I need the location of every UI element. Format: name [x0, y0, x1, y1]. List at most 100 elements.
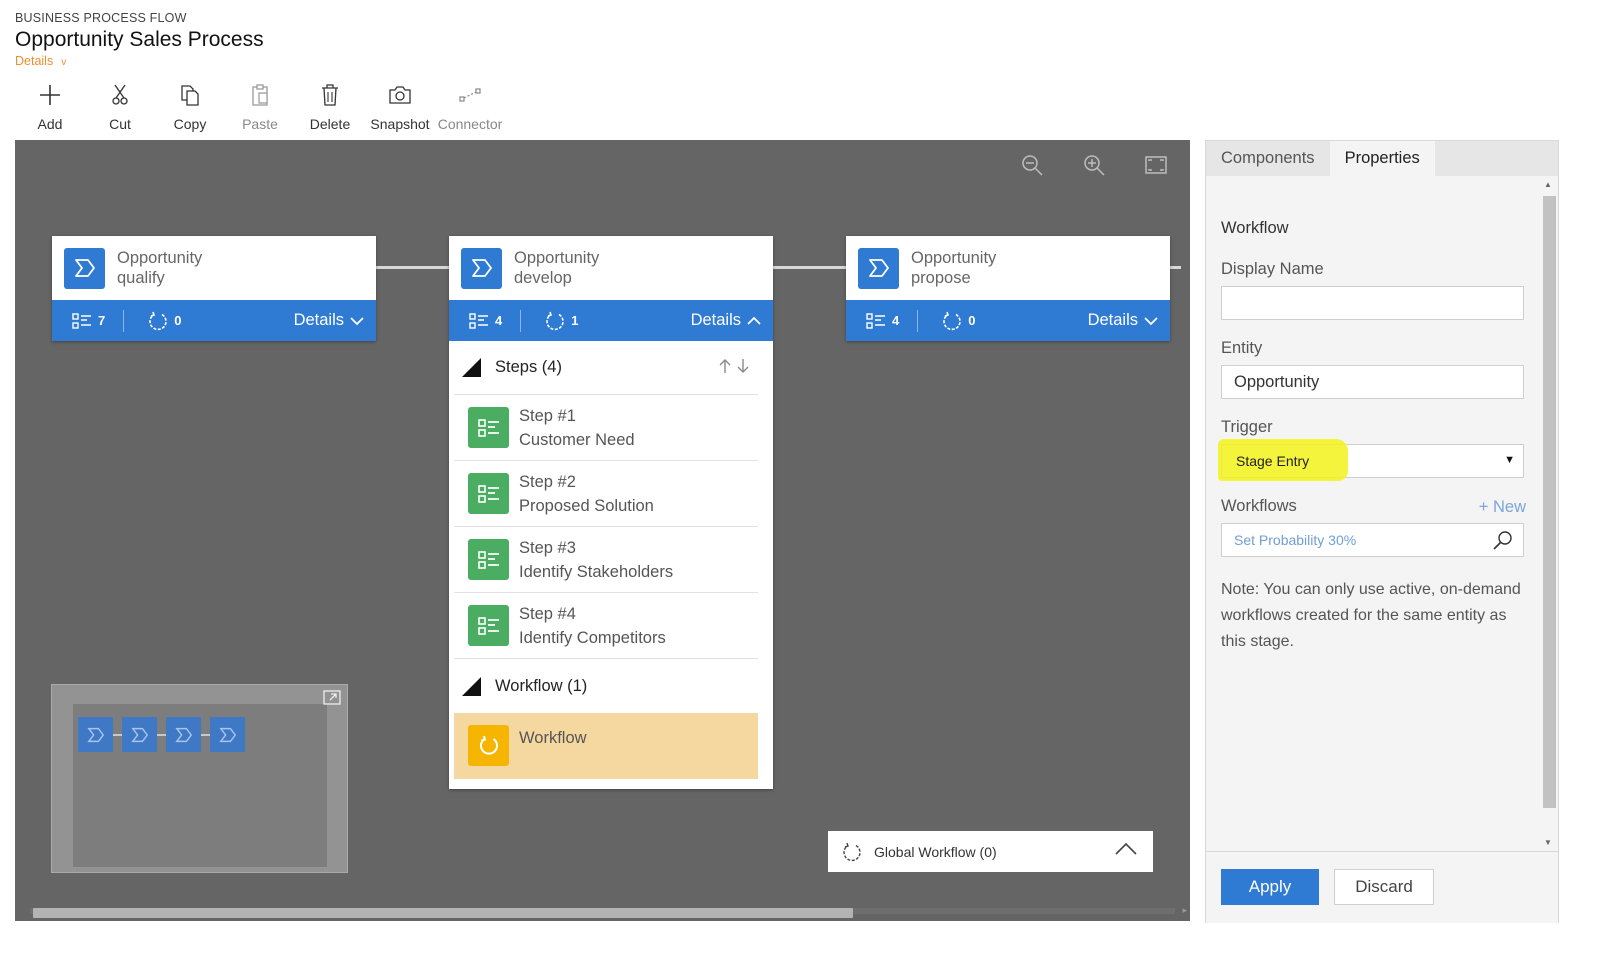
stage-card-qualify[interactable]: Opportunity qualify 7 0 Details	[52, 236, 376, 341]
add-label: Add	[37, 116, 63, 132]
scroll-up-icon[interactable]: ▲	[1544, 180, 1552, 189]
scroll-right-icon[interactable]: ▸	[1182, 905, 1187, 916]
delete-button[interactable]: Delete	[295, 80, 365, 136]
workflows-label: Workflows	[1221, 497, 1297, 515]
canvas-minimap[interactable]	[51, 684, 348, 873]
steps-icon	[866, 312, 885, 329]
zoom-in-icon[interactable]	[1080, 154, 1108, 176]
snapshot-button[interactable]: Snapshot	[365, 80, 435, 136]
step-title: Step #2	[519, 472, 576, 491]
zoom-out-icon[interactable]	[1018, 154, 1046, 176]
workflow-note: Note: You can only use active, on-demand…	[1221, 581, 1521, 650]
stage-name: Opportunity propose	[911, 248, 996, 288]
cut-label: Cut	[109, 116, 131, 132]
step-item[interactable]: Step #1 Customer Need	[454, 395, 758, 461]
scrollbar-thumb[interactable]	[1543, 196, 1556, 808]
details-dropdown[interactable]: Details v	[15, 54, 66, 68]
scrollbar-thumb[interactable]	[33, 908, 853, 918]
workflow-section-header[interactable]: Workflow (1)	[454, 659, 758, 713]
search-icon[interactable]	[1493, 530, 1513, 550]
trigger-select[interactable]: Stage Entry ▼	[1218, 439, 1524, 481]
page-title: Opportunity Sales Process	[15, 28, 264, 51]
panel-footer: Apply Discard	[1206, 851, 1558, 923]
stage-header: Opportunity qualify	[52, 236, 376, 300]
stage-summary-bar: 4 0 Details	[846, 300, 1170, 341]
stage-title: develop	[514, 269, 572, 287]
steps-section-title: Steps (4)	[495, 358, 562, 376]
global-workflow-label: Global Workflow (0)	[874, 843, 997, 860]
paste-button[interactable]: Paste	[225, 80, 295, 136]
workflow-icon	[546, 311, 564, 330]
stage-summary-bar: 4 1 Details	[449, 300, 773, 341]
move-up-icon[interactable]	[718, 358, 732, 374]
display-name-input[interactable]	[1221, 286, 1524, 320]
trash-icon	[317, 82, 343, 108]
stage-summary-bar: 7 0 Details	[52, 300, 376, 341]
fit-to-screen-icon[interactable]	[1142, 154, 1170, 176]
stage-connector	[375, 266, 450, 269]
global-workflow-bar[interactable]: Global Workflow (0)	[828, 831, 1153, 872]
stage-details-toggle[interactable]: Details	[691, 300, 761, 341]
stage-entity: Opportunity	[514, 249, 600, 267]
panel-vertical-scrollbar[interactable]: ▲ ▼	[1539, 176, 1557, 851]
stage-name: Opportunity develop	[514, 248, 599, 288]
minimap-stage-icon	[122, 717, 157, 752]
workflow-lookup-field[interactable]: Set Probability 30%	[1221, 523, 1524, 557]
workflow-count: 0	[148, 311, 181, 331]
step-text: Step #2 Proposed Solution	[519, 470, 654, 518]
steps-count: 4	[469, 312, 502, 329]
step-name: Proposed Solution	[519, 496, 654, 515]
workflow-item-label: Workflow	[519, 729, 587, 747]
entity-field[interactable]: Opportunity	[1221, 365, 1524, 399]
stage-chevron-icon	[461, 247, 502, 289]
canvas-horizontal-scrollbar[interactable]: ▸	[30, 905, 1187, 918]
new-workflow-link[interactable]: + New	[1479, 498, 1526, 517]
minimap-collapse-icon[interactable]	[323, 690, 341, 710]
chevron-down-icon	[350, 316, 364, 325]
details-label: Details	[1087, 311, 1138, 329]
workflow-item-selected[interactable]: Workflow	[454, 713, 758, 779]
step-name: Identify Competitors	[519, 628, 666, 647]
stage-details-toggle[interactable]: Details	[1088, 300, 1158, 341]
steps-icon	[72, 312, 91, 329]
stage-card-propose[interactable]: Opportunity propose 4 0 Details	[846, 236, 1170, 341]
connector-button[interactable]: Connector	[435, 80, 505, 136]
workflow-count: 0	[942, 311, 975, 331]
discard-button[interactable]: Discard	[1334, 869, 1434, 905]
step-icon	[468, 605, 509, 646]
tab-components[interactable]: Components	[1206, 141, 1330, 176]
details-label: Details	[690, 311, 741, 329]
stage-card-develop[interactable]: Opportunity develop 4 1 Details Steps (4…	[449, 236, 773, 789]
step-item[interactable]: Step #2 Proposed Solution	[454, 461, 758, 527]
step-item[interactable]: Step #3 Identify Stakeholders	[454, 527, 758, 593]
connector-label: Connector	[437, 116, 503, 132]
steps-section-header[interactable]: Steps (4)	[454, 341, 758, 395]
workflow-count-value: 0	[174, 313, 182, 328]
workflow-icon	[468, 725, 509, 766]
minimap-viewport[interactable]	[73, 704, 327, 867]
designer-canvas[interactable]: Opportunity qualify 7 0 Details Opportun…	[15, 140, 1190, 921]
stage-title: qualify	[117, 269, 165, 287]
workflow-icon	[943, 311, 961, 330]
scroll-down-icon[interactable]: ▼	[1544, 838, 1552, 847]
steps-icon	[469, 312, 488, 329]
stage-connector	[1169, 266, 1181, 269]
tab-properties[interactable]: Properties	[1329, 141, 1435, 176]
apply-button[interactable]: Apply	[1221, 869, 1319, 905]
cut-button[interactable]: Cut	[85, 80, 155, 136]
step-title: Step #4	[519, 604, 576, 623]
minimap-link	[201, 734, 210, 736]
add-button[interactable]: Add	[15, 80, 85, 136]
stage-details-toggle[interactable]: Details	[294, 300, 364, 341]
stage-connector	[772, 266, 847, 269]
copy-button[interactable]: Copy	[155, 80, 225, 136]
move-down-icon[interactable]	[736, 358, 750, 374]
display-name-label: Display Name	[1221, 260, 1324, 278]
stage-entity: Opportunity	[117, 249, 203, 267]
step-text: Step #4 Identify Competitors	[519, 602, 666, 650]
steps-count-value: 4	[892, 313, 900, 328]
chevron-down-icon: v	[61, 57, 67, 68]
panel-tabs: Components Properties	[1206, 141, 1558, 176]
step-item[interactable]: Step #4 Identify Competitors	[454, 593, 758, 659]
stage-name: Opportunity qualify	[117, 248, 202, 288]
